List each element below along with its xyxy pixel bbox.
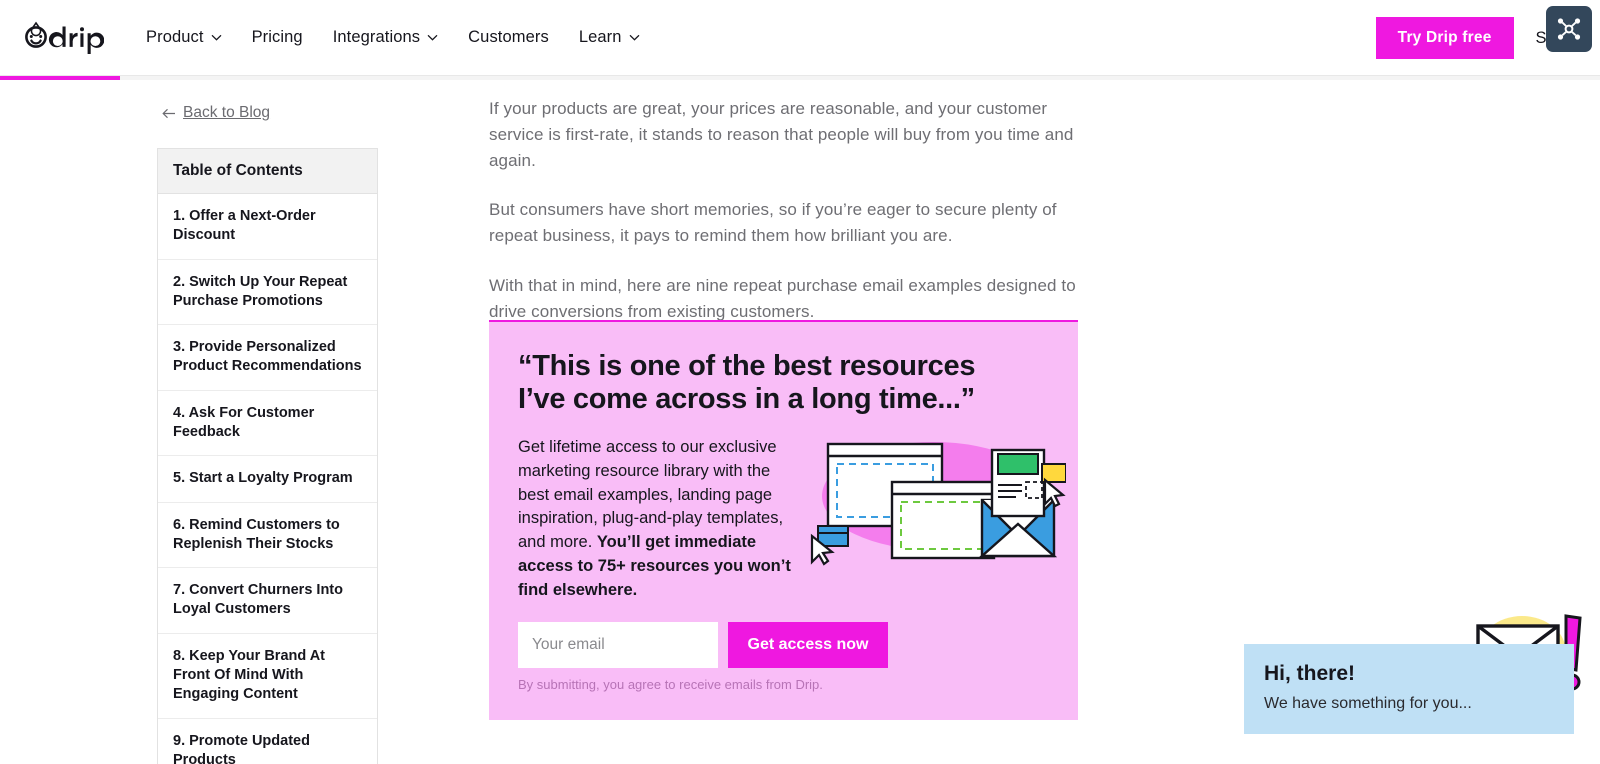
toc-item[interactable]: 1. Offer a Next-Order Discount [158,194,377,260]
site-header: Product Pricing Integrations Customers L… [0,0,1600,76]
nav-item-pricing[interactable]: Pricing [252,28,303,47]
nav-label: Pricing [251,28,303,46]
toc-item[interactable]: 7. Convert Churners Into Loyal Customers [158,568,377,634]
article-sidebar: Back to Blog Table of Contents 1. Offer … [157,104,379,764]
back-to-blog-link[interactable]: Back to Blog [162,104,379,122]
reading-progress-fill [0,76,120,80]
drip-logo[interactable] [22,21,104,55]
cta-body-text: Get lifetime access to our exclusive mar… [518,436,801,602]
arrow-left-icon [162,108,175,118]
nav-item-product[interactable]: Product [146,28,222,47]
nav-item-integrations[interactable]: Integrations [333,28,438,47]
nav-label: Product [146,28,204,46]
nav-label: Customers [468,28,549,46]
hubspot-sprocket-icon [1557,18,1581,40]
article-body: If your products are great, your prices … [489,96,1079,349]
nav-label: Learn [578,28,622,46]
back-to-blog-label: Back to Blog [183,104,271,121]
toc-item[interactable]: 2. Switch Up Your Repeat Purchase Promot… [158,260,377,326]
chevron-down-icon [427,34,438,41]
article-paragraph: But consumers have short memories, so if… [489,200,1057,246]
toc-item[interactable]: 8. Keep Your Brand At Front Of Mind With… [158,634,377,719]
toc-item[interactable]: 3. Provide Personalized Product Recommen… [158,325,377,391]
chat-widget-bubble[interactable]: Hi, there! We have something for you... [1244,644,1574,734]
nav-label: Integrations [332,28,421,46]
toc-title: Table of Contents [158,149,377,194]
cta-headline: “This is one of the best resources I’ve … [518,350,976,416]
table-of-contents: Table of Contents 1. Offer a Next-Order … [157,148,378,764]
get-access-now-button[interactable]: Get access now [728,622,888,668]
try-drip-free-button[interactable]: Try Drip free [1375,17,1514,59]
hubspot-badge[interactable] [1546,6,1592,52]
nav-item-learn[interactable]: Learn [579,28,640,47]
newsletter-form: Get access now [518,622,888,668]
article-paragraph: With that in mind, here are nine repeat … [489,276,1076,321]
blog-article-page: Product Pricing Integrations Customers L… [0,0,1600,764]
chevron-down-icon [629,34,639,41]
reading-progress-track [0,76,1600,80]
email-templates-illustration [810,442,1066,566]
nav-item-customers[interactable]: Customers [468,28,549,47]
toc-item[interactable]: 5. Start a Loyalty Program [158,456,377,503]
newsletter-cta-card: “This is one of the best resources I’ve … [489,320,1078,720]
main-navigation: Product Pricing Integrations Customers L… [146,28,640,47]
toc-item[interactable]: 6. Remind Customers to Replenish Their S… [158,503,377,569]
cta-disclaimer: By submitting, you agree to receive emai… [518,677,823,692]
email-input[interactable] [518,622,718,668]
chat-subtitle: We have something for you... [1264,695,1472,712]
article-paragraph: If your products are great, your prices … [489,99,1074,170]
chat-title: Hi, there! [1264,662,1356,685]
toc-item[interactable]: 9. Promote Updated Products [158,719,377,764]
toc-item[interactable]: 4. Ask For Customer Feedback [158,391,377,457]
drip-smiley-droplet-logo-icon [25,21,104,54]
chevron-down-icon [211,34,222,41]
